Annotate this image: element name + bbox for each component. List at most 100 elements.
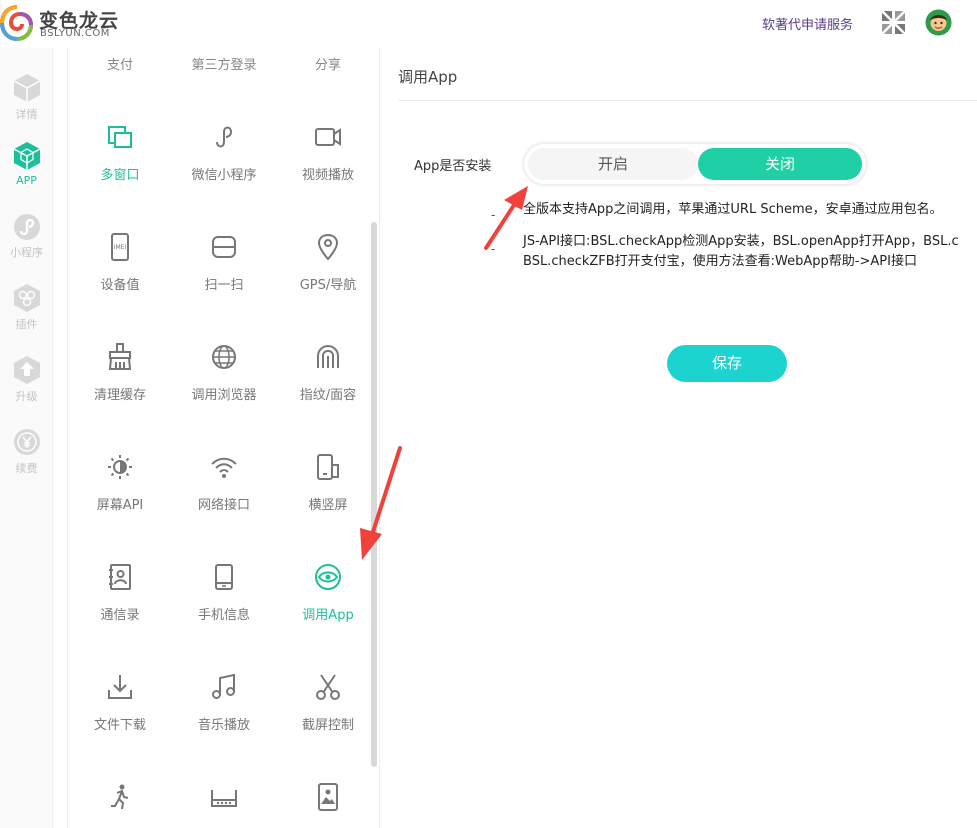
scan-icon (212, 236, 236, 258)
nav-label: 续费 (15, 462, 38, 475)
svg-text:IMEI: IMEI (114, 244, 127, 251)
multi-window-icon (108, 126, 132, 148)
feature-gps[interactable]: GPS/导航 (276, 232, 380, 293)
user-avatar-icon[interactable] (925, 9, 952, 36)
feature-music[interactable]: 音乐播放 (172, 672, 276, 733)
nav-item-upgrade[interactable]: 升级 (0, 354, 53, 404)
nav-label: 插件 (15, 318, 38, 331)
main-content: 调用App App是否安装 开启 关闭 - 全版本支持App之间调用，苹果通过U… (381, 48, 977, 828)
feature-label: 截屏控制 (301, 718, 354, 733)
feature-biometric[interactable]: 指纹/面容 (276, 342, 380, 403)
feature-label: 设备值 (100, 278, 140, 293)
feature-label: 通信录 (100, 608, 140, 623)
nav-item-renew[interactable]: 续费 (0, 426, 53, 476)
broom-icon (108, 343, 132, 370)
contacts-icon (109, 564, 131, 590)
feature-open-browser[interactable]: 调用浏览器 (172, 342, 276, 403)
scissors-icon (316, 674, 340, 700)
feature-image[interactable] (276, 782, 380, 824)
feature-label: 文件下载 (93, 718, 146, 733)
brightness-icon (108, 455, 132, 479)
feature-label: 微信小程序 (191, 168, 257, 183)
nav-item-mini-program[interactable]: 小程序 (0, 212, 53, 260)
feature-phone-info[interactable]: 手机信息 (172, 562, 276, 623)
nav-item-details[interactable]: 详情 (0, 72, 53, 122)
feature-third-party-login[interactable]: 第三方登录 (172, 54, 276, 73)
software-copyright-service-link[interactable]: 软著代申请服务 (762, 14, 853, 33)
feature-label: 清理缓存 (93, 388, 146, 403)
feature-video[interactable]: 视频播放 (276, 122, 380, 183)
download-icon (108, 675, 132, 699)
eye-icon (315, 564, 341, 590)
toggle-off-option[interactable]: 关闭 (698, 148, 862, 180)
fingerprint-icon (317, 344, 339, 368)
annotation-arrow-icon (484, 186, 528, 250)
feature-file-download[interactable]: 文件下载 (68, 672, 172, 733)
annotation-arrow-icon (360, 446, 402, 560)
feature-label: 屏幕API (96, 498, 144, 513)
desc-line-1: 全版本支持App之间调用，苹果通过URL Scheme，安卓通过应用包名。 (523, 202, 943, 217)
feature-label: 指纹/面容 (299, 388, 357, 403)
save-button[interactable]: 保存 (667, 345, 787, 382)
feature-payment[interactable]: 支付 (68, 54, 172, 73)
feature-label: 视频播放 (301, 168, 354, 183)
hexagon-cube-icon (13, 74, 40, 102)
left-nav: 详情 APP 小程序 插件 升级 续费 (0, 48, 53, 828)
upgrade-icon (13, 356, 40, 384)
app-cube-icon (13, 142, 40, 170)
app-installed-toggle[interactable]: 开启 关闭 (524, 144, 866, 184)
chameleon-logo-icon[interactable] (0, 4, 34, 42)
feature-wechat-mini[interactable]: 微信小程序 (172, 122, 276, 183)
image-icon (318, 783, 338, 811)
nav-item-plugin[interactable]: 插件 (0, 282, 53, 332)
desc-line-3: BSL.checkZFB打开支付宝，使用方法查看:WebApp帮助->API接口 (523, 254, 917, 269)
feature-label: GPS/导航 (299, 278, 357, 293)
page-title: 调用App (398, 68, 458, 86)
feature-label: 扫一扫 (204, 278, 244, 293)
feature-screen-api[interactable]: 屏幕API (68, 452, 172, 513)
location-pin-icon (317, 233, 339, 261)
top-header: 变色龙云 BSLYUN.COM 软著代申请服务 (0, 0, 977, 48)
nav-item-app[interactable]: APP (0, 140, 53, 187)
wifi-icon (211, 457, 237, 478)
feature-pedometer[interactable] (68, 782, 172, 824)
feature-grid: 支付 第三方登录 分享 多窗口 微信小程序 视频播放 IMEI 设备值 扫一扫 … (67, 48, 380, 828)
globe-icon (212, 345, 236, 369)
feature-label: 手机信息 (197, 608, 250, 623)
mini-program-icon (13, 214, 40, 240)
feature-label: 音乐播放 (197, 718, 250, 733)
music-icon (212, 673, 235, 699)
feature-open-app[interactable]: 调用App (276, 562, 380, 623)
feature-contacts[interactable]: 通信录 (68, 562, 172, 623)
wechat-mini-icon (216, 126, 233, 148)
title-divider (398, 100, 977, 101)
feature-network[interactable]: 网络接口 (172, 452, 276, 513)
feature-multi-window[interactable]: 多窗口 (68, 122, 172, 183)
feature-clear-cache[interactable]: 清理缓存 (68, 342, 172, 403)
nav-label: 详情 (15, 108, 38, 121)
running-icon (111, 784, 129, 810)
feature-scan[interactable]: 扫一扫 (172, 232, 276, 293)
nav-label: 小程序 (10, 246, 43, 259)
feature-share[interactable]: 分享 (276, 54, 380, 73)
feature-screenshot-control[interactable]: 截屏控制 (276, 672, 380, 733)
qr-code-icon[interactable] (881, 10, 906, 35)
logo-text-en: BSLYUN.COM (40, 28, 110, 39)
feature-label: 网络接口 (197, 498, 250, 513)
desc-line-2: JS-API接口:BSL.checkApp检测App安装，BSL.openApp… (523, 234, 959, 249)
phone-icon (215, 564, 233, 590)
imei-icon: IMEI (111, 233, 129, 261)
app-installed-label: App是否安装 (414, 159, 492, 174)
toggle-on-option[interactable]: 开启 (528, 148, 698, 180)
nav-label: APP (16, 174, 37, 187)
keyboard-icon (211, 790, 237, 807)
feature-keyboard[interactable] (172, 782, 276, 824)
feature-label: 调用浏览器 (191, 388, 257, 403)
feature-label: 调用App (302, 608, 354, 623)
nav-label: 升级 (15, 390, 38, 403)
video-icon (315, 128, 341, 146)
feature-label: 横竖屏 (308, 498, 348, 513)
renew-yen-icon (13, 429, 40, 455)
feature-device-id[interactable]: IMEI 设备值 (68, 232, 172, 293)
feature-label: 多窗口 (100, 168, 140, 183)
